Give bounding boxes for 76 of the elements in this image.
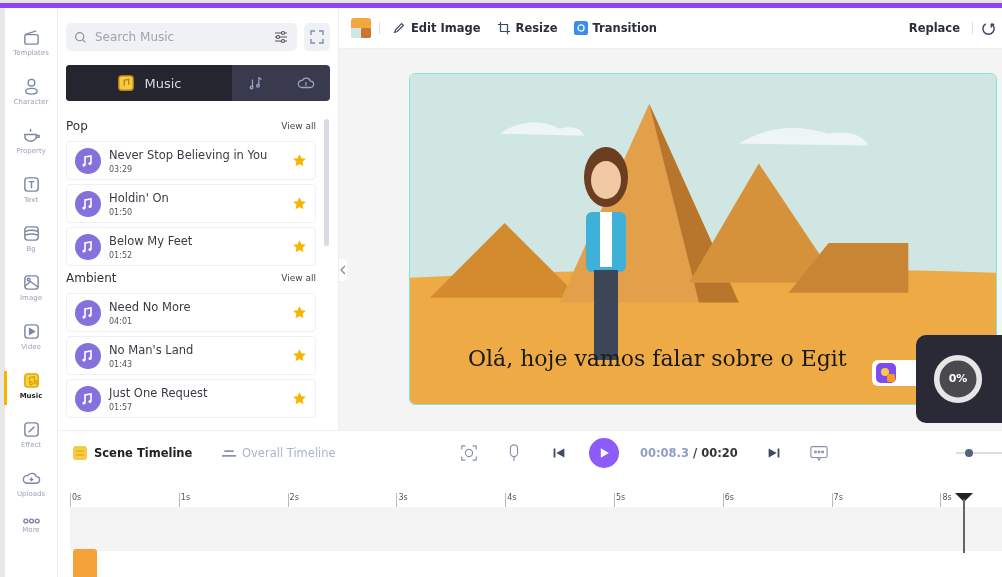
view-all-link[interactable]: View all <box>281 121 316 131</box>
track-item[interactable]: Below My Feet 01:52 <box>66 227 316 266</box>
current-time: 00:08.3 <box>640 446 689 460</box>
clapper-icon <box>21 28 41 47</box>
track-duration: 01:52 <box>109 250 134 260</box>
sliders-icon[interactable] <box>273 29 289 45</box>
track-duration: 04:01 <box>109 316 134 326</box>
track-item[interactable]: Never Stop Believing in You 03:29 <box>66 141 316 180</box>
star-icon[interactable] <box>292 239 307 254</box>
color-swatch-icon[interactable] <box>351 18 371 38</box>
edit-image-button[interactable]: Edit Image <box>388 21 485 35</box>
focus-icon[interactable] <box>460 444 478 462</box>
progress-percent: 0% <box>947 372 969 385</box>
scrollbar[interactable] <box>324 119 329 246</box>
search-input[interactable]: Search Music <box>93 29 267 45</box>
music-note-icon <box>75 385 101 412</box>
star-icon[interactable] <box>292 391 307 406</box>
track-item[interactable]: Need No More 04:01 <box>66 293 316 332</box>
total-time: 00:20 <box>701 446 738 460</box>
track-duration: 01:43 <box>109 359 134 369</box>
music-note-icon <box>116 74 135 92</box>
track-item[interactable]: Holdin' On 01:50 <box>66 184 316 223</box>
timeline-icon <box>72 445 88 461</box>
search-icon <box>74 30 87 44</box>
playhead[interactable] <box>955 493 973 553</box>
star-icon[interactable] <box>292 348 307 363</box>
music-note-icon <box>75 147 101 174</box>
music-tab[interactable]: Music <box>66 65 232 101</box>
music-note-icon <box>75 190 101 217</box>
dots-icon <box>21 518 41 524</box>
star-icon[interactable] <box>292 153 307 168</box>
music-note-icon <box>21 371 41 390</box>
scene-clip[interactable] <box>73 549 97 577</box>
image-icon <box>21 273 41 292</box>
rotate-icon[interactable] <box>981 20 996 36</box>
track-name: Just One Request <box>109 385 209 400</box>
pencil-icon <box>392 21 406 35</box>
resize-button[interactable]: Resize <box>492 21 562 35</box>
star-icon[interactable] <box>292 305 307 320</box>
crop-icon <box>496 21 511 35</box>
track-duration: 03:29 <box>109 164 134 174</box>
replace-button[interactable]: Replace <box>904 21 964 35</box>
track-name: Holdin' On <box>109 190 170 205</box>
transition-button[interactable]: Transition <box>569 21 662 35</box>
logo-icon <box>876 363 896 383</box>
time-separator: / <box>693 446 698 460</box>
timeline-icon <box>222 449 236 457</box>
timeline-tab[interactable]: Scene Timeline <box>72 445 222 461</box>
section-title: Pop <box>66 119 88 133</box>
collapse-handle[interactable] <box>339 259 347 281</box>
transition-icon <box>573 21 588 35</box>
play-icon <box>21 322 41 341</box>
star-icon[interactable] <box>292 196 307 211</box>
expand-button[interactable] <box>304 23 330 51</box>
play-button[interactable] <box>589 438 619 468</box>
music-note-icon <box>75 342 101 369</box>
track-name: Below My Feet <box>109 233 194 248</box>
track-name: No Man's Land <box>109 342 195 357</box>
music-note-icon <box>75 233 101 260</box>
music-note-icon <box>75 299 101 326</box>
track-duration: 01:50 <box>109 207 134 217</box>
text-icon <box>21 175 41 194</box>
zoom-slider-thumb[interactable] <box>965 449 973 457</box>
captions-icon[interactable] <box>809 444 828 462</box>
track-name: Never Stop Believing in You <box>109 147 269 162</box>
track-name: Need No More <box>109 299 192 314</box>
view-all-link[interactable]: View all <box>281 273 316 283</box>
track-duration: 01:57 <box>109 402 134 412</box>
expand-icon <box>309 29 325 45</box>
track-item[interactable]: Just One Request 01:57 <box>66 379 316 418</box>
cup-icon <box>21 126 41 145</box>
subtitle-text: Olá, hoje vamos falar sobre o Egit <box>468 346 847 371</box>
section-title: Ambient <box>66 271 117 285</box>
layers-icon <box>21 224 41 243</box>
track-item[interactable]: No Man's Land 01:43 <box>66 336 316 375</box>
search-field[interactable]: Search Music <box>66 23 297 51</box>
